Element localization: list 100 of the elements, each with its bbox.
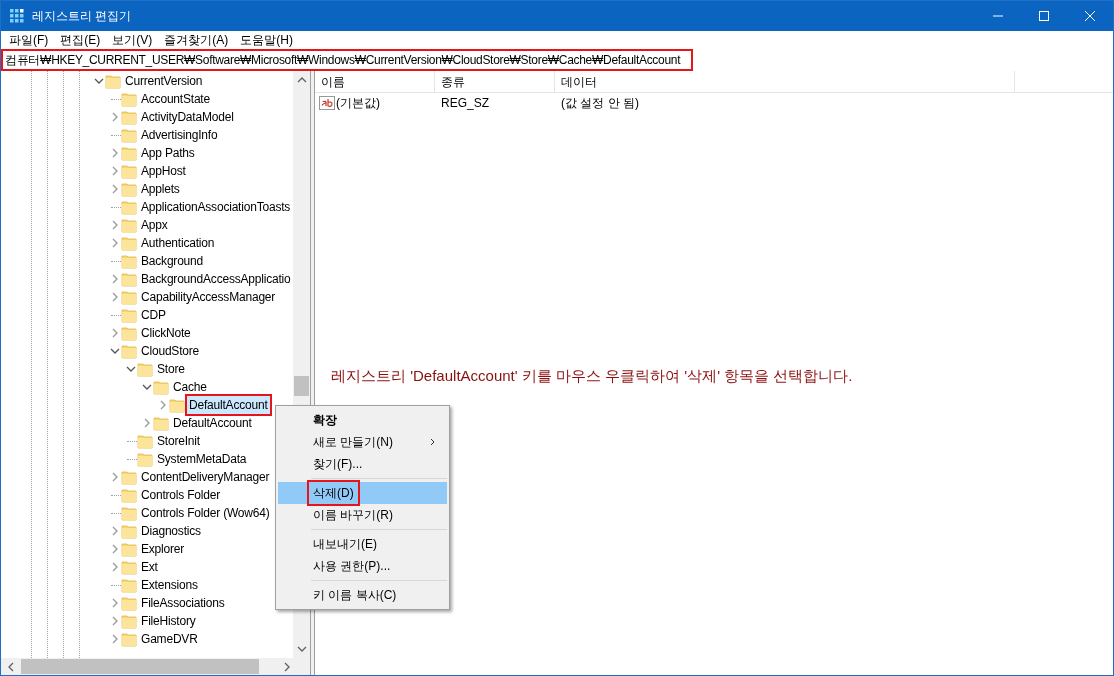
tree-item[interactable]: ContentDeliveryManager <box>139 468 272 486</box>
tree-item[interactable]: App Paths <box>139 144 197 162</box>
folder-icon <box>121 109 137 125</box>
folder-icon <box>121 487 137 503</box>
menu-item[interactable]: 편집(E) <box>54 31 107 49</box>
tree-item[interactable]: ClickNote <box>139 324 193 342</box>
menu-item[interactable]: 도움말(H) <box>234 31 299 49</box>
folder-icon <box>121 181 137 197</box>
folder-icon <box>137 361 153 377</box>
tree-item[interactable]: DefaultAccount <box>171 414 254 432</box>
column-header[interactable]: 데이터 <box>555 71 1015 92</box>
tree-item[interactable]: Explorer <box>139 540 187 558</box>
table-cell-text: (기본값) <box>336 95 380 112</box>
folder-icon <box>121 541 137 557</box>
tree-item[interactable]: BackgroundAccessApplicatio <box>139 270 293 288</box>
scrollbar-thumb[interactable] <box>294 376 309 396</box>
folder-icon <box>137 451 153 467</box>
menu-item-label: 키 이름 복사(C) <box>312 587 398 604</box>
tree-item[interactable]: ActivityDataModel <box>139 108 236 126</box>
context-menu-item[interactable]: 찾기(F)... <box>278 453 447 475</box>
menu-item[interactable]: 즐겨찾기(A) <box>158 31 235 49</box>
scrollbar-thumb[interactable] <box>21 659 259 674</box>
context-menu-item[interactable]: 삭제(D) <box>278 482 447 504</box>
context-menu-item[interactable]: 키 이름 복사(C) <box>278 584 447 606</box>
folder-icon <box>121 577 137 593</box>
folder-icon <box>121 343 137 359</box>
scroll-up-icon[interactable] <box>296 75 307 85</box>
folder-icon <box>121 289 137 305</box>
chevron-down-icon[interactable] <box>141 382 152 392</box>
menu-item-label: 이름 바꾸기(R) <box>312 507 394 524</box>
menu-item[interactable]: 파일(F) <box>3 31 55 49</box>
table-cell-text: (값 설정 안 됨) <box>560 95 639 112</box>
tree-item[interactable]: FileHistory <box>139 612 198 630</box>
menu-item-label: 확장 <box>312 412 338 429</box>
window-title: 레지스트리 편집기 <box>32 8 132 25</box>
chevron-down-icon[interactable] <box>125 364 136 374</box>
folder-icon <box>121 307 137 323</box>
folder-icon <box>121 253 137 269</box>
folder-icon <box>121 325 137 341</box>
tree-item[interactable]: Controls Folder <box>139 486 223 504</box>
chevron-down-icon[interactable] <box>93 76 104 86</box>
folder-icon <box>121 217 137 233</box>
folder-icon <box>121 199 137 215</box>
context-menu-item[interactable]: 새로 만들기(N) <box>278 431 447 453</box>
context-menu-item[interactable]: 내보내기(E) <box>278 533 447 555</box>
folder-icon <box>121 271 137 287</box>
tree-item[interactable]: DefaultAccount <box>187 396 270 414</box>
tree-item[interactable]: AdvertisingInfo <box>139 126 220 144</box>
tree-item[interactable]: Background <box>139 252 206 270</box>
menu-item-label: 새로 만들기(N) <box>312 434 394 451</box>
string-value-icon <box>319 96 335 110</box>
tree-item[interactable]: Controls Folder (Wow64) <box>139 504 272 522</box>
folder-icon <box>121 235 137 251</box>
close-icon <box>1085 11 1095 21</box>
folder-icon <box>121 595 137 611</box>
tree-item[interactable]: FileAssociations <box>139 594 227 612</box>
folder-icon <box>121 559 137 575</box>
tree-item[interactable]: Extensions <box>139 576 200 594</box>
address-path: 컴퓨터₩HKEY_CURRENT_USER₩Software₩Microsoft₩Windows₩CurrentVersion₩CloudStore₩Store₩Cache₩DefaultAccount <box>5 52 681 69</box>
folder-icon <box>121 127 137 143</box>
tree-item[interactable]: Diagnostics <box>139 522 203 540</box>
horizontal-scrollbar[interactable] <box>1 658 310 675</box>
tree-item[interactable]: Appx <box>139 216 170 234</box>
tree-item[interactable]: CloudStore <box>139 342 202 360</box>
tree-item[interactable]: CapabilityAccessManager <box>139 288 278 306</box>
tree-item[interactable]: CurrentVersion <box>123 72 205 90</box>
scroll-down-icon[interactable] <box>296 644 307 654</box>
menu-item[interactable]: 보기(V) <box>106 31 159 49</box>
folder-icon <box>121 523 137 539</box>
chevron-down-icon[interactable] <box>109 346 120 356</box>
folder-icon <box>153 415 169 431</box>
tree-item[interactable]: Authentication <box>139 234 217 252</box>
tree-item[interactable]: GameDVR <box>139 630 200 648</box>
tree-item[interactable]: CDP <box>139 306 168 324</box>
context-menu-item[interactable]: 사용 권한(P)... <box>278 555 447 577</box>
folder-icon <box>121 469 137 485</box>
menu-item-label: 사용 권한(P)... <box>312 558 392 575</box>
tree-item[interactable]: SystemMetaData <box>155 450 249 468</box>
folder-icon <box>121 145 137 161</box>
folder-icon <box>137 433 153 449</box>
context-menu-item[interactable]: 이름 바꾸기(R) <box>278 504 447 526</box>
folder-icon <box>153 379 169 395</box>
tree-item[interactable]: StoreInit <box>155 432 202 450</box>
tree-item[interactable]: Store <box>155 360 187 378</box>
tree-item[interactable]: Cache <box>171 378 209 396</box>
scroll-right-icon[interactable] <box>282 661 292 672</box>
tree-item[interactable]: AppHost <box>139 162 188 180</box>
folder-icon <box>121 163 137 179</box>
column-header[interactable]: 종류 <box>435 71 555 92</box>
tree-item[interactable]: AccountState <box>139 90 212 108</box>
column-header[interactable]: 이름 <box>315 71 435 92</box>
tree-item[interactable]: Applets <box>139 180 182 198</box>
folder-icon <box>121 613 137 629</box>
tree-item[interactable]: ApplicationAssociationToasts <box>139 198 293 216</box>
scroll-left-icon[interactable] <box>6 661 16 672</box>
folder-icon <box>121 505 137 521</box>
folder-icon <box>105 73 121 89</box>
context-menu-item[interactable]: 확장 <box>278 409 447 431</box>
tree-item[interactable]: Ext <box>139 558 160 576</box>
address-bar[interactable]: 컴퓨터₩HKEY_CURRENT_USER₩Software₩Microsoft₩Windows₩CurrentVersion₩CloudStore₩Store₩Cache₩DefaultAccount <box>1 49 693 71</box>
